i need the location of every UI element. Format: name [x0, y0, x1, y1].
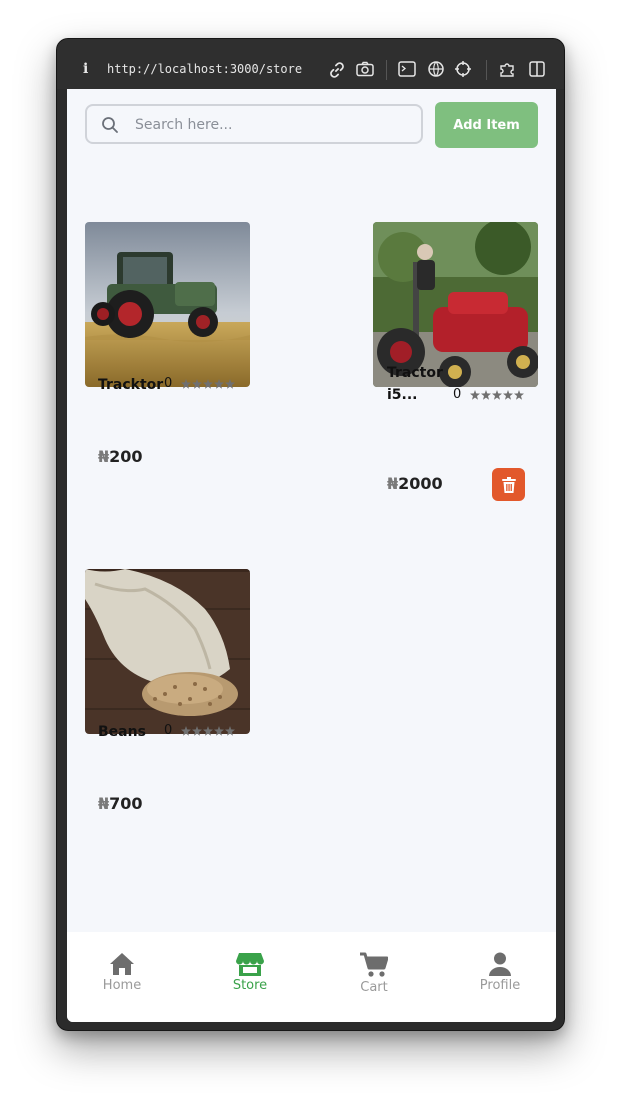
- nav-profile-label: Profile: [479, 978, 521, 993]
- delete-button[interactable]: [492, 468, 525, 501]
- price-value: 700: [109, 794, 143, 813]
- product-price: ₦2000: [387, 474, 443, 493]
- product-price: ₦200: [98, 447, 143, 466]
- sidebar-icon[interactable]: [528, 60, 546, 78]
- product-image-grain-sack[interactable]: [85, 569, 250, 734]
- star-rating-icon: [181, 726, 235, 736]
- site-info-icon[interactable]: i: [83, 61, 88, 77]
- globe-icon[interactable]: [427, 60, 445, 78]
- currency-symbol: ₦: [98, 794, 110, 813]
- browser-window: i http://localhost:3000/store Search her…: [56, 38, 565, 1031]
- rating-count: 0: [453, 387, 462, 402]
- star-rating-icon: [470, 390, 524, 400]
- terminal-icon[interactable]: [398, 61, 416, 77]
- crosshair-icon[interactable]: [454, 60, 472, 78]
- rating-count: 0: [164, 723, 173, 738]
- extension-icon[interactable]: [498, 60, 518, 78]
- nav-profile[interactable]: Profile: [460, 952, 540, 993]
- nav-cart[interactable]: Cart: [334, 952, 414, 995]
- page-viewport: Add Item: [67, 89, 556, 1022]
- nav-store-label: Store: [232, 978, 268, 993]
- product-name: Tracktor: [98, 377, 164, 393]
- camera-icon[interactable]: [355, 60, 375, 78]
- rating-count: 0: [164, 376, 173, 391]
- address-bar-url[interactable]: http://localhost:3000/store: [107, 62, 302, 76]
- currency-symbol: ₦: [387, 474, 399, 493]
- profile-icon: [489, 952, 511, 976]
- toolbar-divider: [486, 60, 487, 80]
- nav-home[interactable]: Home: [82, 952, 162, 993]
- star-rating-icon: [181, 379, 235, 389]
- search-input[interactable]: [133, 106, 417, 144]
- price-value: 2000: [398, 474, 443, 493]
- link-icon[interactable]: [327, 60, 347, 80]
- nav-cart-label: Cart: [360, 980, 388, 995]
- add-item-button[interactable]: Add Item: [435, 102, 538, 148]
- home-icon: [110, 953, 134, 975]
- store-icon: [236, 953, 264, 976]
- trash-icon: [501, 476, 516, 493]
- search-icon: [102, 117, 118, 133]
- search-box[interactable]: [85, 104, 423, 144]
- price-value: 200: [109, 447, 143, 466]
- product-name: Beans: [98, 724, 146, 740]
- currency-symbol: ₦: [98, 447, 110, 466]
- cart-icon: [360, 952, 388, 977]
- nav-home-label: Home: [102, 978, 142, 993]
- bottom-navigation: Home Store Cart Profile: [67, 932, 556, 1022]
- product-image-tractor-green[interactable]: [85, 222, 250, 387]
- product-price: ₦700: [98, 794, 143, 813]
- nav-store[interactable]: Store: [210, 952, 290, 993]
- product-name: Tractor i5...: [387, 365, 443, 403]
- browser-titlebar: i http://localhost:3000/store: [57, 39, 564, 89]
- toolbar-divider: [386, 60, 387, 80]
